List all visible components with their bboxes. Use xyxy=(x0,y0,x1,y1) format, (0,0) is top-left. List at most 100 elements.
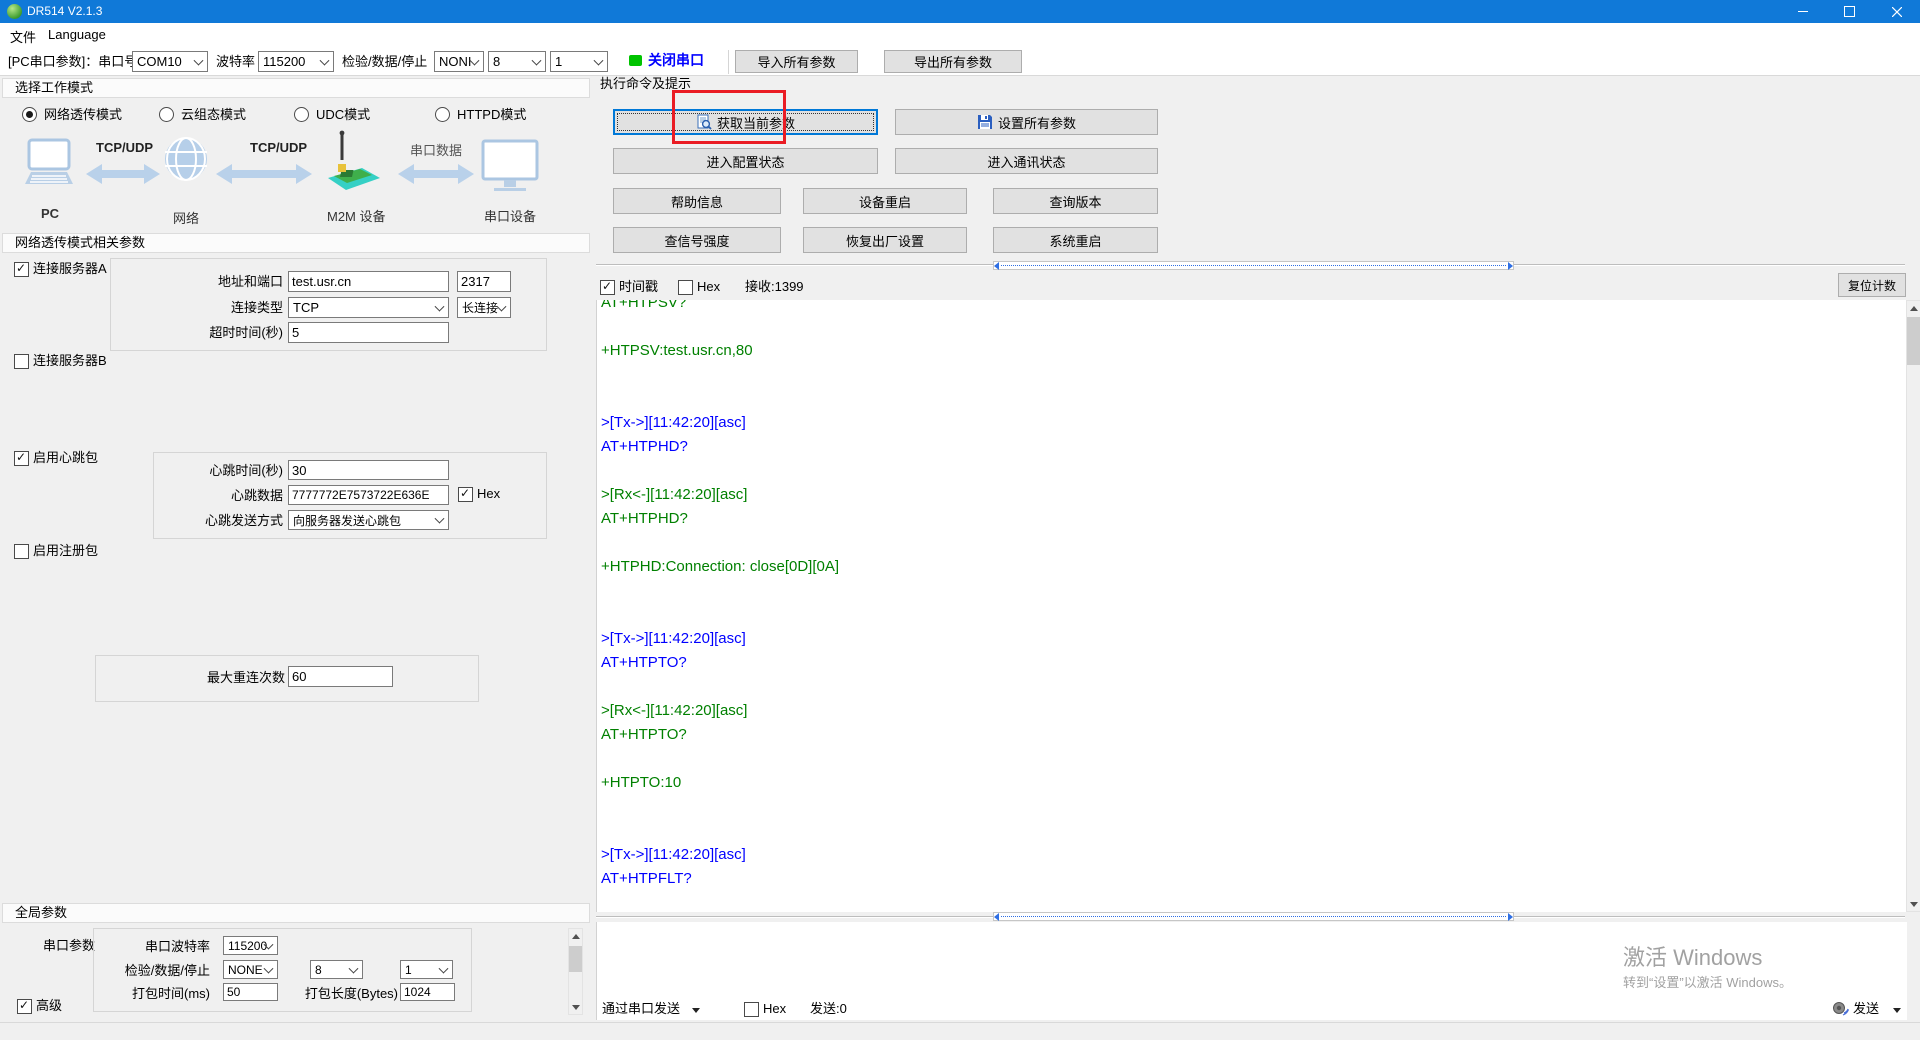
hb-time-input[interactable] xyxy=(288,460,449,480)
scroll-left-icon[interactable] xyxy=(994,262,999,270)
chevron-down-icon xyxy=(439,963,449,973)
timestamp-checkbox[interactable] xyxy=(600,280,615,295)
server-a-address-input[interactable] xyxy=(288,271,449,292)
timeout-label: 超时时间(秒) xyxy=(183,325,283,341)
databits-select[interactable]: 8 xyxy=(488,51,546,72)
close-serial-button[interactable]: 关闭串口 xyxy=(648,52,704,68)
chevron-down-icon xyxy=(435,514,445,524)
log-hex-checkbox[interactable] xyxy=(678,280,693,295)
minimize-button[interactable] xyxy=(1779,0,1826,23)
toolbar-separator xyxy=(728,50,729,74)
advanced-checkbox[interactable] xyxy=(17,999,32,1014)
log-line: AT+HTPHD? xyxy=(601,507,1907,531)
help-info-button[interactable]: 帮助信息 xyxy=(613,188,781,214)
register-checkbox[interactable] xyxy=(14,544,29,559)
hb-data-input[interactable] xyxy=(288,485,449,505)
system-restart-button[interactable]: 系统重启 xyxy=(993,227,1158,253)
global-stopbits-select[interactable]: 1 xyxy=(400,960,453,979)
scroll-down-icon[interactable] xyxy=(1907,897,1920,911)
com-port-select[interactable]: COM10 xyxy=(132,51,208,72)
send-hex-checkbox[interactable] xyxy=(744,1002,759,1017)
server-a-port-input[interactable] xyxy=(457,271,511,292)
radio-cloud-label[interactable]: 云组态模式 xyxy=(181,107,246,123)
query-version-button[interactable]: 查询版本 xyxy=(993,188,1158,214)
reconnect-input[interactable] xyxy=(288,666,393,687)
com-port-value: COM10 xyxy=(137,54,182,69)
factory-reset-button[interactable]: 恢复出厂设置 xyxy=(803,227,967,253)
radio-udc-label[interactable]: UDC模式 xyxy=(316,107,370,123)
radio-cloud-mode[interactable] xyxy=(159,107,174,122)
parity-select[interactable]: NONI xyxy=(434,51,484,72)
scrollbar-thumb[interactable] xyxy=(569,946,582,972)
log-area[interactable]: AT+HTPSV? +HTPSV:test.usr.cn,80 >[Tx->][… xyxy=(596,300,1907,912)
send-button[interactable]: 发送 xyxy=(1853,1001,1879,1017)
conn-type-select[interactable]: TCP xyxy=(288,297,449,318)
scroll-right-icon[interactable] xyxy=(1508,262,1513,270)
global-parity-select[interactable]: NONE xyxy=(223,960,278,979)
left-panel-scrollbar[interactable] xyxy=(568,928,583,1015)
menu-language[interactable]: Language xyxy=(44,27,110,42)
log-bottom-hscrollbar[interactable] xyxy=(993,912,1514,921)
log-line xyxy=(601,603,1907,627)
pack-len-label: 打包长度(Bytes) xyxy=(288,986,398,1002)
device-restart-button[interactable]: 设备重启 xyxy=(803,188,967,214)
enter-config-state-button[interactable]: 进入配置状态 xyxy=(613,148,878,174)
pack-time-input[interactable] xyxy=(223,983,278,1001)
radio-udc-mode[interactable] xyxy=(294,107,309,122)
scrollbar-thumb[interactable] xyxy=(1907,317,1920,365)
hscroll-track xyxy=(1001,916,1506,917)
maximize-button[interactable] xyxy=(1826,0,1873,23)
log-line xyxy=(601,819,1907,843)
stopbits-select[interactable]: 1 xyxy=(550,51,608,72)
radio-net-transparent-label[interactable]: 网络透传模式 xyxy=(44,107,122,123)
import-params-button[interactable]: 导入所有参数 xyxy=(735,50,858,73)
query-signal-button[interactable]: 查信号强度 xyxy=(613,227,781,253)
hb-mode-select[interactable]: 向服务器发送心跳包 xyxy=(288,510,449,530)
global-baud-select[interactable]: 115200 xyxy=(223,936,278,955)
reset-count-button[interactable]: 复位计数 xyxy=(1838,273,1906,297)
pack-time-label: 打包时间(ms) xyxy=(110,986,210,1002)
log-line: AT+HTPTO? xyxy=(601,651,1907,675)
scroll-right-icon[interactable] xyxy=(1508,913,1513,921)
conn-type-label: 连接类型 xyxy=(183,300,283,316)
timeout-input[interactable] xyxy=(288,322,449,343)
global-databits-select[interactable]: 8 xyxy=(310,960,363,979)
server-b-checkbox[interactable] xyxy=(14,354,29,369)
enter-comm-state-button[interactable]: 进入通讯状态 xyxy=(895,148,1158,174)
conn-persist-select[interactable]: 长连接 xyxy=(457,297,511,318)
serial-device-icon xyxy=(480,138,540,194)
menu-file[interactable]: 文件 xyxy=(6,27,40,46)
pc-serial-label: [PC串口参数]：串口号 xyxy=(8,54,137,70)
addr-port-label: 地址和端口 xyxy=(183,274,283,290)
dropdown-arrow-icon[interactable] xyxy=(692,1008,700,1013)
chevron-down-icon xyxy=(435,301,445,311)
node-serial-label: 串口设备 xyxy=(484,206,536,225)
arrow-network-m2m-icon xyxy=(216,162,312,186)
scroll-up-icon[interactable] xyxy=(1907,301,1920,315)
radio-httpd-label[interactable]: HTTPD模式 xyxy=(457,107,526,123)
server-a-checkbox[interactable] xyxy=(14,262,29,277)
scroll-down-icon[interactable] xyxy=(569,1000,582,1014)
baud-select[interactable]: 115200 xyxy=(258,51,334,72)
send-via-serial-dropdown[interactable]: 通过串口发送 xyxy=(602,1001,680,1017)
databits-value: 8 xyxy=(493,54,500,69)
parity-value: NONI xyxy=(439,54,472,69)
log-vscrollbar[interactable] xyxy=(1906,300,1920,912)
link1-label: TCP/UDP xyxy=(96,140,153,155)
maximize-icon xyxy=(1844,6,1855,17)
scroll-left-icon[interactable] xyxy=(994,913,999,921)
pack-len-input[interactable] xyxy=(400,983,455,1001)
export-params-button[interactable]: 导出所有参数 xyxy=(884,50,1022,73)
log-top-hscrollbar[interactable] xyxy=(993,261,1514,270)
heartbeat-checkbox[interactable] xyxy=(14,451,29,466)
radio-httpd-mode[interactable] xyxy=(435,107,450,122)
send-dropdown-arrow-icon[interactable] xyxy=(1893,1008,1901,1013)
log-line xyxy=(601,459,1907,483)
set-all-params-button[interactable]: 设置所有参数 xyxy=(895,109,1158,135)
radio-net-transparent-mode[interactable] xyxy=(22,107,37,122)
hb-hex-checkbox[interactable] xyxy=(458,487,473,502)
send-icon[interactable] xyxy=(1832,1000,1849,1017)
log-line: +HTPTO:10 xyxy=(601,771,1907,795)
close-button[interactable] xyxy=(1873,0,1920,23)
scroll-up-icon[interactable] xyxy=(569,929,582,943)
